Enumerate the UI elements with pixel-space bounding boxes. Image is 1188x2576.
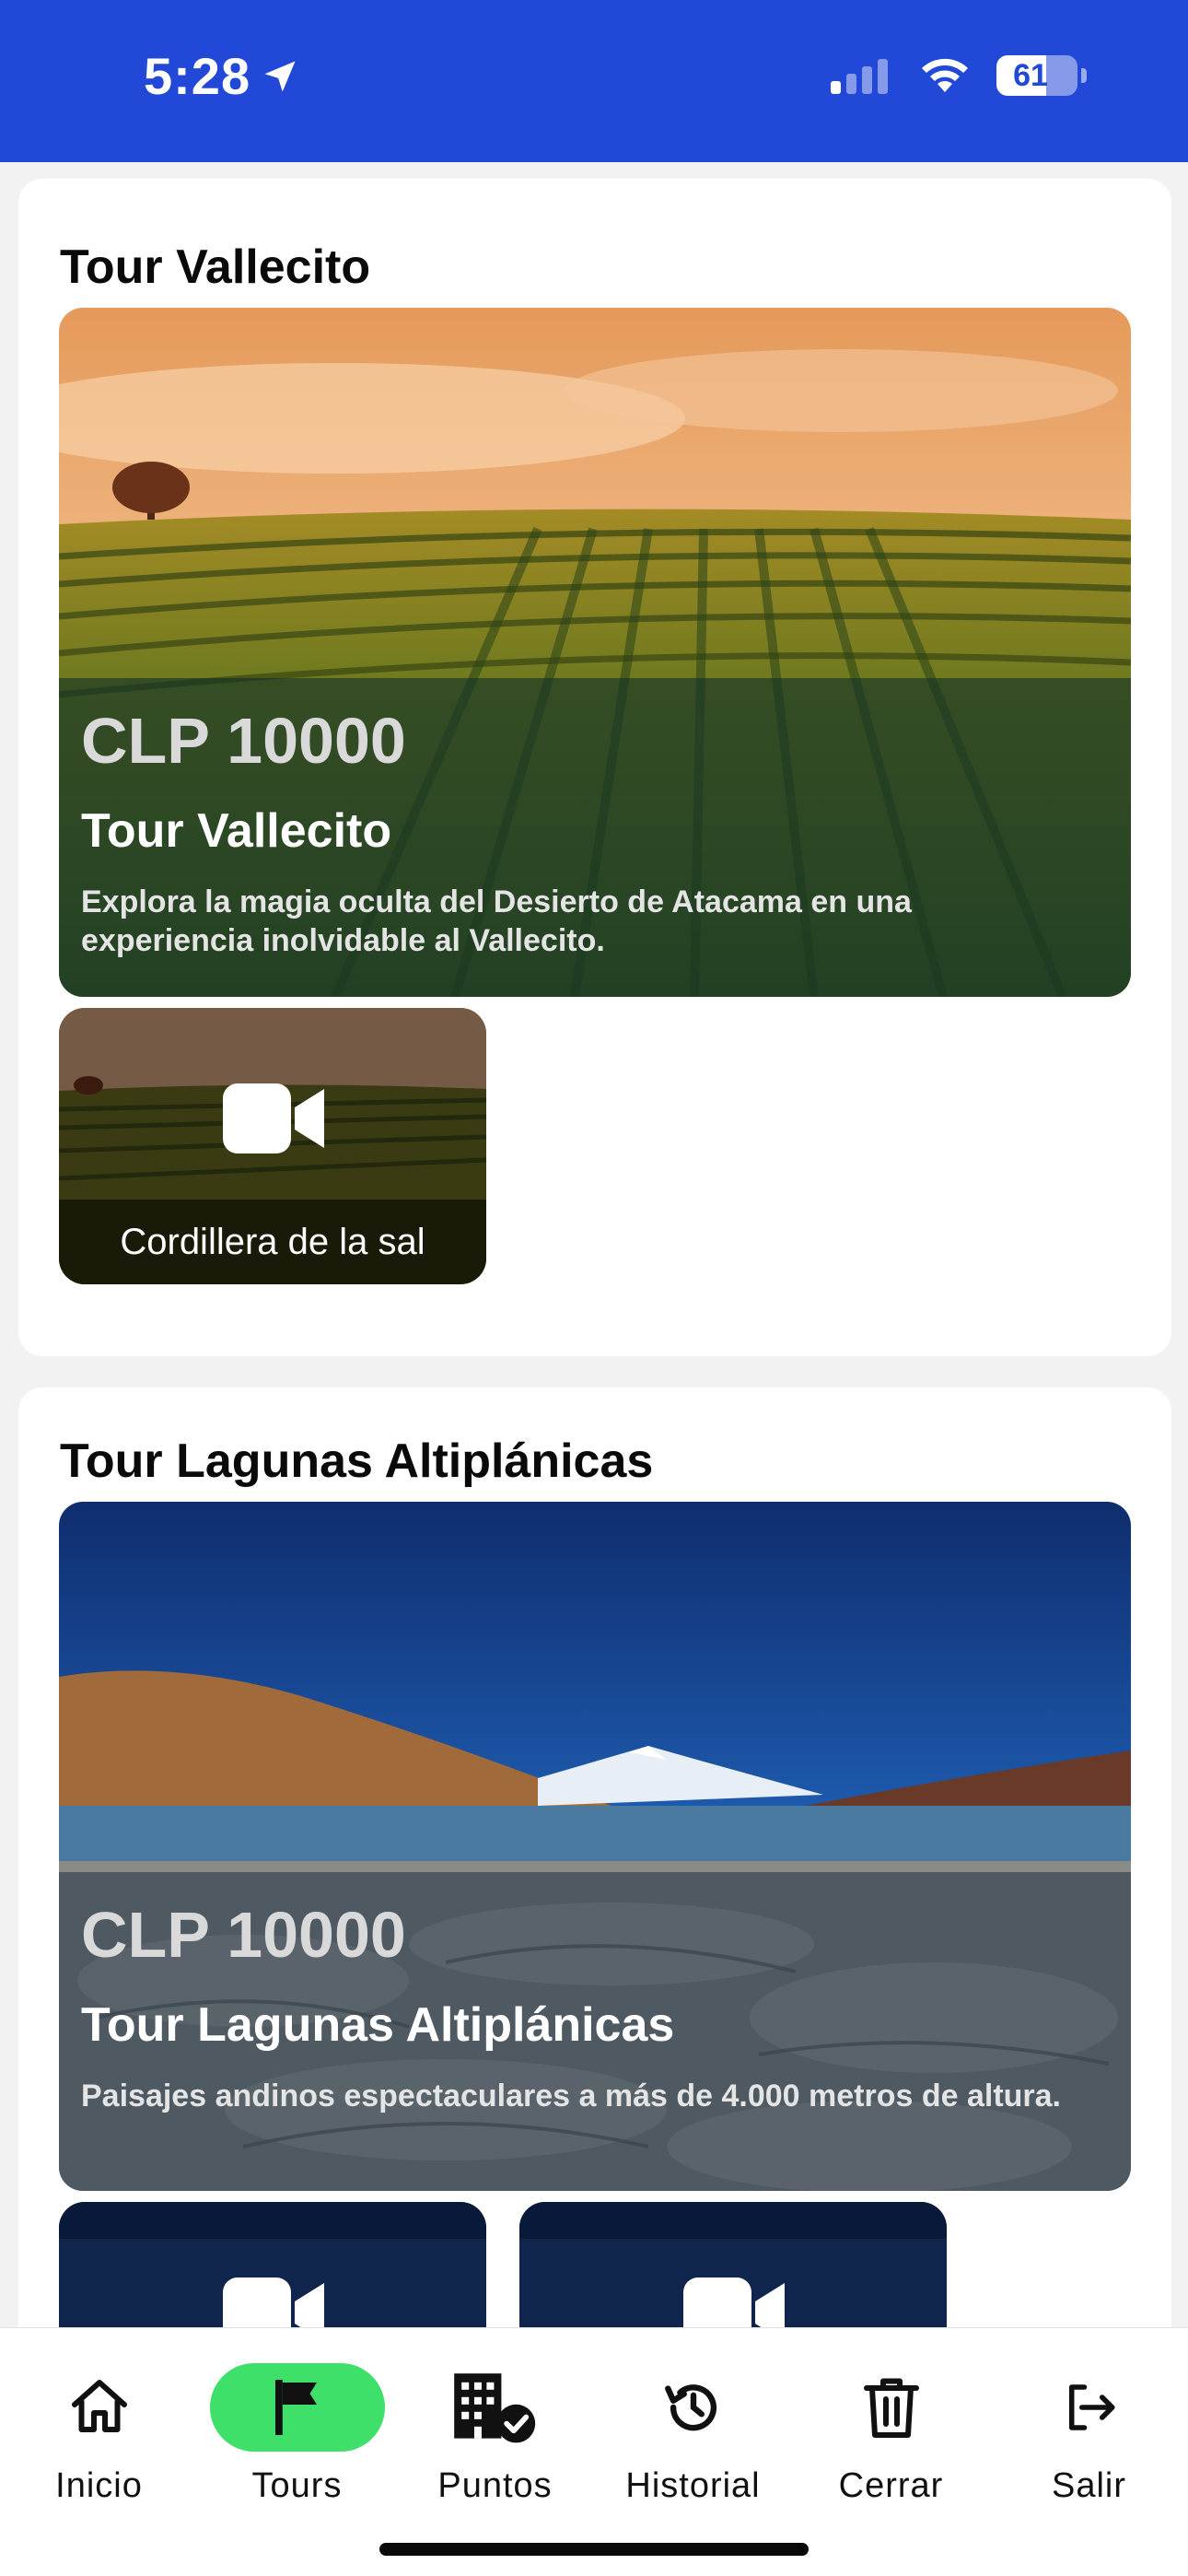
video-thumbnail[interactable]: [519, 2202, 947, 2327]
nav-icon-wrap: [804, 2363, 979, 2452]
nav-item-inicio[interactable]: Inicio: [0, 2328, 198, 2540]
nav-label: Cerrar: [838, 2466, 944, 2505]
tour-hero-overlay: CLP 10000 Tour Vallecito Explora la magi…: [59, 678, 1131, 997]
battery-cap: [1081, 68, 1087, 83]
tour-section-title: Tour Lagunas Altiplánicas: [60, 1434, 654, 1488]
nav-icon-wrap: [408, 2363, 583, 2452]
tour-description: Paisajes andinos espectaculares a más de…: [81, 2078, 1061, 2113]
nav-icon-wrap-active: [209, 2363, 385, 2452]
logout-icon: [1068, 2384, 1114, 2430]
home-icon: [71, 2380, 127, 2432]
nav-item-puntos[interactable]: Puntos: [396, 2328, 594, 2540]
nav-item-tours[interactable]: Tours: [198, 2328, 396, 2540]
video-camera-icon: [223, 1083, 324, 1153]
nav-item-historial[interactable]: Historial: [594, 2328, 792, 2540]
status-indicators: 61: [829, 55, 1087, 96]
tour-price: CLP 10000: [81, 1899, 406, 1971]
wifi-icon: [922, 58, 968, 92]
status-time-text: 5:28: [144, 47, 251, 105]
tour-hero-card[interactable]: CLP 10000 Tour Lagunas Altiplánicas Pais…: [59, 1502, 1131, 2191]
nav-item-cerrar[interactable]: Cerrar: [792, 2328, 990, 2540]
tour-description: Explora la magia oculta del Desierto de …: [81, 884, 912, 958]
nav-label: Historial: [625, 2466, 761, 2505]
video-label: Cordillera de la sal: [59, 1200, 486, 1284]
nav-icon-wrap: [1002, 2363, 1177, 2452]
video-thumbnail[interactable]: Cordillera de la sal: [59, 1008, 486, 1284]
nav-item-salir[interactable]: Salir: [990, 2328, 1188, 2540]
tour-card-lagunas: Tour Lagunas Altiplánicas CLP 10000 Tour…: [18, 1388, 1171, 2327]
tour-hero-card[interactable]: CLP 10000 Tour Vallecito Explora la magi…: [59, 308, 1131, 997]
flag-icon: [274, 2380, 317, 2435]
tour-name: Tour Lagunas Altiplánicas: [81, 1998, 675, 2052]
video-thumbnail[interactable]: [59, 2202, 486, 2327]
video-camera-icon: [683, 2277, 785, 2327]
tour-price: CLP 10000: [81, 705, 406, 777]
tour-name: Tour Vallecito: [81, 804, 392, 858]
tour-hero-overlay: CLP 10000 Tour Lagunas Altiplánicas Pais…: [59, 1872, 1131, 2191]
location-arrow-icon: [264, 61, 296, 91]
building-check-icon: [453, 2373, 535, 2443]
nav-label: Puntos: [437, 2466, 553, 2505]
nav-label: Salir: [1051, 2466, 1127, 2505]
nav-label: Tours: [251, 2466, 343, 2505]
video-camera-icon: [223, 2277, 324, 2327]
status-time: 5:28: [144, 46, 300, 106]
tour-card-vallecito: Tour Vallecito CLP 10000 Tour Vallecito …: [18, 179, 1171, 1356]
bottom-navigation: Inicio Tours Puntos Historial Cerrar Sal…: [0, 2327, 1188, 2576]
history-icon: [664, 2384, 716, 2431]
cellular-signal-icon: [831, 59, 888, 94]
status-bar: 5:28 61: [0, 0, 1188, 162]
nav-icon-wrap: [12, 2363, 187, 2452]
tours-list[interactable]: Tour Vallecito CLP 10000 Tour Vallecito …: [0, 162, 1188, 2327]
nav-label: Inicio: [55, 2466, 143, 2505]
trash-icon: [863, 2378, 919, 2438]
battery-level-text: 61: [1013, 58, 1048, 93]
nav-icon-wrap: [606, 2363, 781, 2452]
home-indicator: [379, 2543, 809, 2556]
tour-section-title: Tour Vallecito: [60, 240, 371, 294]
battery-indicator: 61: [996, 55, 1077, 96]
